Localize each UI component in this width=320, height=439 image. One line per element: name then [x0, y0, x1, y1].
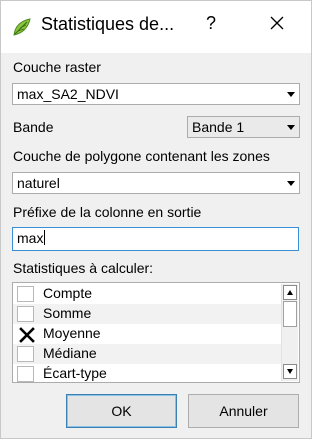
prefix-input[interactable]: max	[12, 227, 299, 251]
arrow-up-icon	[287, 290, 293, 295]
title-bar: Statistiques de... ?	[1, 1, 311, 53]
statistics-list[interactable]: Compte Somme Moyenne Médiane Écart-type	[12, 282, 300, 383]
list-item[interactable]: Compte	[13, 284, 281, 304]
vertical-scrollbar[interactable]	[281, 284, 298, 381]
checkbox[interactable]	[17, 286, 34, 302]
raster-layer-label: Couche raster	[13, 59, 101, 75]
checkbox[interactable]	[17, 306, 34, 322]
list-item-label: Médiane	[43, 345, 97, 361]
chevron-down-icon	[287, 92, 295, 97]
chevron-down-icon	[287, 181, 295, 186]
text-caret	[44, 230, 46, 245]
checkbox[interactable]	[17, 346, 34, 362]
arrow-down-icon	[287, 369, 293, 374]
list-item[interactable]: Médiane	[13, 344, 281, 364]
qgis-icon	[11, 16, 33, 38]
polygon-layer-value: naturel	[17, 175, 60, 191]
prefix-value: max	[17, 230, 44, 246]
checkmark-x-icon	[19, 327, 35, 343]
cancel-button[interactable]: Annuler	[188, 394, 299, 428]
polygon-layer-combo[interactable]: naturel	[12, 172, 300, 194]
raster-layer-value: max_SA2_NDVI	[17, 86, 119, 102]
help-button[interactable]: ?	[201, 13, 221, 34]
checkbox[interactable]	[17, 366, 34, 382]
list-item-label: Moyenne	[43, 325, 101, 341]
scroll-down-button[interactable]	[283, 364, 297, 379]
polygon-layer-label: Couche de polygone contenant les zones	[13, 148, 270, 164]
band-label: Bande	[13, 119, 54, 135]
raster-layer-combo[interactable]: max_SA2_NDVI	[12, 83, 300, 105]
list-item[interactable]: Écart-type	[13, 364, 281, 382]
scroll-up-button[interactable]	[283, 285, 297, 300]
ok-button[interactable]: OK	[66, 394, 177, 428]
close-icon[interactable]	[265, 11, 289, 35]
zonal-statistics-dialog: Statistiques de... ? Couche raster max_S…	[0, 0, 312, 439]
band-combo[interactable]: Bande 1	[187, 116, 300, 138]
list-item-label: Compte	[43, 285, 93, 301]
statistics-label: Statistiques à calculer:	[13, 260, 154, 276]
band-value: Bande 1	[192, 119, 245, 135]
list-item[interactable]: Somme	[13, 304, 281, 324]
checkbox-checked[interactable]	[17, 326, 35, 343]
list-item-label: Écart-type	[43, 365, 107, 381]
chevron-down-icon	[287, 125, 295, 130]
prefix-label: Préfixe de la colonne en sortie	[13, 204, 202, 220]
list-item-label: Somme	[43, 305, 92, 321]
scrollbar-thumb[interactable]	[283, 301, 297, 327]
list-item[interactable]: Moyenne	[13, 324, 281, 344]
window-title: Statistiques de...	[41, 14, 175, 34]
